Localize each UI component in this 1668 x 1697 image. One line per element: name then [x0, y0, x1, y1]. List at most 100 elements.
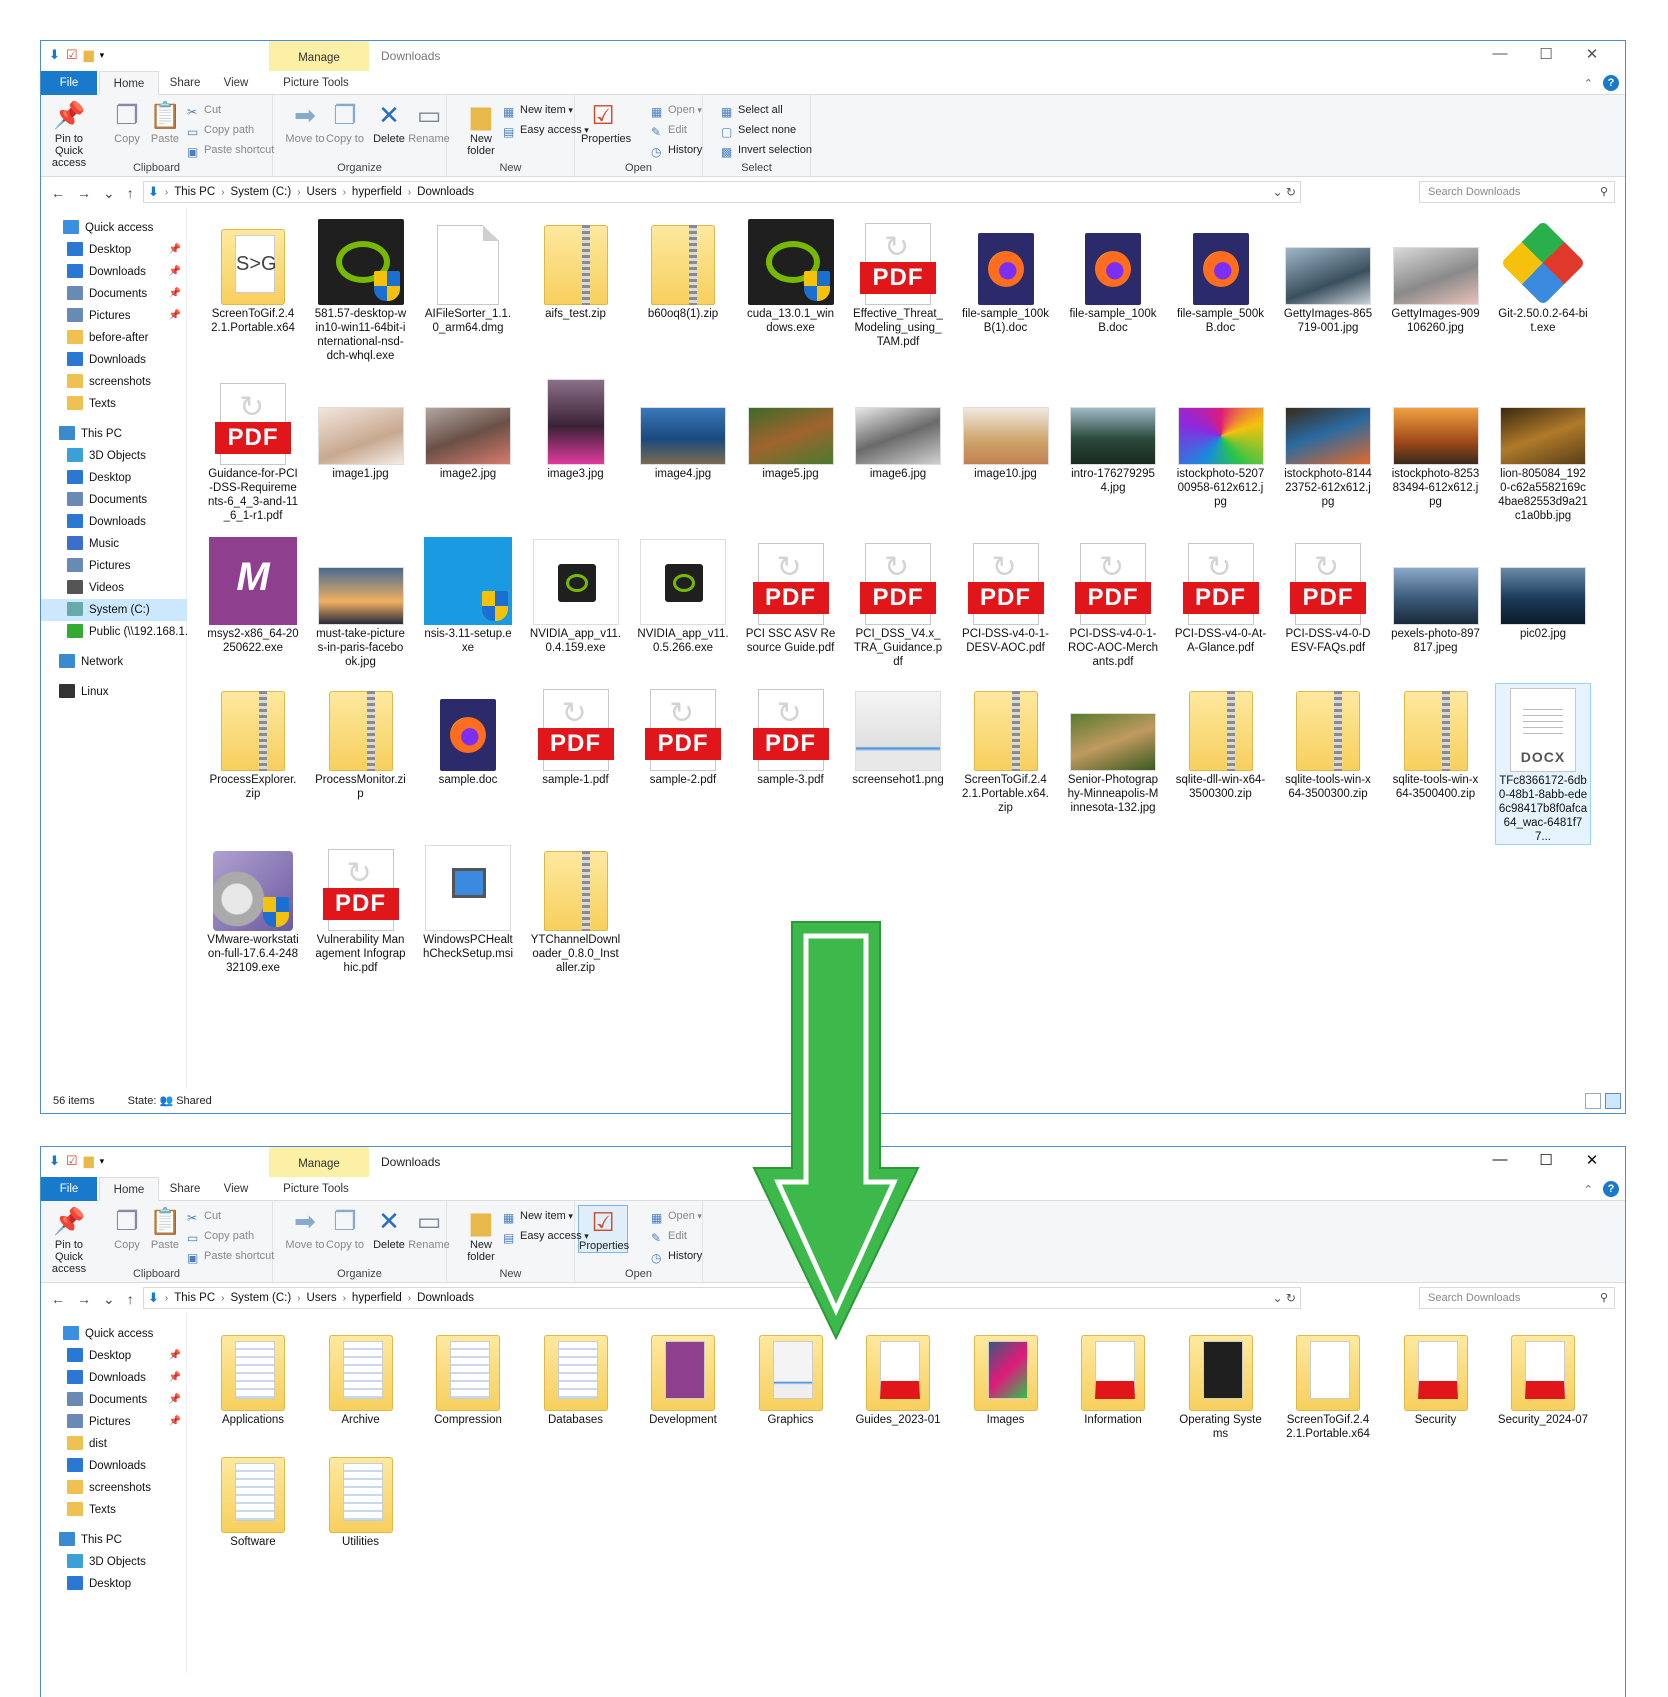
- back-arrow-icon[interactable]: ←: [51, 1291, 65, 1308]
- forward-arrow-icon[interactable]: →: [77, 1291, 91, 1308]
- pin-icon[interactable]: 📌: [169, 1367, 181, 1389]
- file-item[interactable]: sqlite-tools-win-x64-3500300.zip: [1280, 683, 1376, 801]
- breadcrumb-drive[interactable]: System (C:): [231, 186, 292, 198]
- nav-item-linux[interactable]: Linux: [41, 681, 187, 703]
- file-item[interactable]: must-take-pictures-in-paris-facebook.jpg: [313, 537, 409, 669]
- up-arrow-icon[interactable]: ↑: [127, 1291, 134, 1308]
- file-item[interactable]: file-sample_100kB(1).doc: [958, 217, 1054, 335]
- file-item[interactable]: WindowsPCHealthCheckSetup.msi: [420, 843, 516, 961]
- nav-item-pictures[interactable]: Pictures 📌: [41, 1411, 187, 1433]
- chevron-up-icon[interactable]: ⌃: [1584, 1183, 1593, 1196]
- file-item[interactable]: istockphoto-825383494-612x612.jpg: [1388, 377, 1484, 509]
- tab-home[interactable]: Home: [99, 71, 159, 95]
- open-button[interactable]: ▦ Open ▾: [651, 101, 702, 119]
- breadcrumb-users[interactable]: Users: [307, 186, 337, 198]
- nav-item-texts[interactable]: Texts: [41, 393, 187, 415]
- breadcrumb-chevron-icon[interactable]: ›: [408, 1293, 411, 1304]
- refresh-icon[interactable]: ⌄ ↻: [1273, 185, 1296, 199]
- copy-path-button[interactable]: ▭ Copy path: [187, 121, 254, 139]
- address-input[interactable]: ⬇ › This PC › System (C:) › Users › hyperfield › D…: [143, 1287, 1301, 1309]
- nav-item-pc-desktop[interactable]: Desktop: [41, 1573, 187, 1595]
- file-item[interactable]: PDF PCI-DSS-v4-0-At-A-Glance.pdf: [1173, 537, 1269, 655]
- file-item[interactable]: 581.57-desktop-win10-win11-64bit-interna…: [313, 217, 409, 363]
- file-item[interactable]: PDF PCI_DSS_V4.x_TRA_Guidance.pdf: [850, 537, 946, 669]
- chevron-down-icon[interactable]: ▾: [100, 1156, 105, 1167]
- move-to-button[interactable]: ➡ Move to: [283, 99, 327, 145]
- breadcrumb-this-pc[interactable]: This PC: [174, 186, 215, 198]
- breadcrumb-chevron-icon[interactable]: ›: [221, 1293, 224, 1304]
- file-item[interactable]: Development: [635, 1323, 731, 1427]
- nav-item-quick-access[interactable]: Quick access: [41, 217, 187, 239]
- file-item[interactable]: GettyImages-865719-001.jpg: [1280, 217, 1376, 335]
- new-item-button[interactable]: ▦ New item ▾: [503, 101, 573, 119]
- file-item[interactable]: image3.jpg: [528, 377, 624, 481]
- nav-item-texts[interactable]: Texts: [41, 1499, 187, 1521]
- tab-share[interactable]: Share: [159, 71, 211, 95]
- nav-item-desktop[interactable]: Desktop 📌: [41, 239, 187, 261]
- file-item[interactable]: NVIDIA_app_v11.0.4.159.exe: [528, 537, 624, 655]
- file-item[interactable]: GettyImages-909106260.jpg: [1388, 217, 1484, 335]
- edit-button[interactable]: ✎ Edit: [651, 1227, 687, 1245]
- file-item[interactable]: Mmsys2-x86_64-20250622.exe: [205, 537, 301, 655]
- nav-item-videos[interactable]: Videos: [41, 577, 187, 599]
- chevron-up-icon[interactable]: ⌃: [1584, 77, 1593, 90]
- invert-selection-button[interactable]: ▩ Invert selection: [721, 141, 812, 159]
- chevron-down-icon[interactable]: ▾: [100, 50, 105, 61]
- file-item[interactable]: screensehot1.png: [850, 683, 946, 787]
- breadcrumb-user[interactable]: hyperfield: [352, 186, 402, 198]
- breadcrumb-drive[interactable]: System (C:): [231, 1292, 292, 1304]
- file-item[interactable]: PDF Effective_Threat_Modeling_using_TAM.p…: [850, 217, 946, 349]
- file-item[interactable]: ProcessMonitor.zip: [313, 683, 409, 801]
- paste-shortcut-button[interactable]: ▣ Paste shortcut: [187, 1247, 274, 1265]
- refresh-icon[interactable]: ⌄ ↻: [1273, 1291, 1296, 1305]
- file-item[interactable]: Git-2.50.0.2-64-bit.exe: [1495, 217, 1591, 335]
- pin-icon[interactable]: 📌: [169, 1389, 181, 1411]
- file-item[interactable]: sqlite-tools-win-x64-3500400.zip: [1388, 683, 1484, 801]
- nav-item-objects3d[interactable]: 3D Objects: [41, 445, 187, 467]
- file-item[interactable]: image6.jpg: [850, 377, 946, 481]
- close-icon[interactable]: ✕: [1569, 45, 1615, 63]
- copy-to-button[interactable]: ❐ Copy to: [323, 1205, 367, 1251]
- file-item[interactable]: file-sample_100kB.doc: [1065, 217, 1161, 335]
- manage-context-tab[interactable]: Manage: [269, 1147, 369, 1177]
- file-item[interactable]: PDF Guidance-for-PCI-DSS-Requirements-6_4…: [205, 377, 301, 523]
- open-button[interactable]: ▦ Open ▾: [651, 1207, 702, 1225]
- file-item[interactable]: sample.doc: [420, 683, 516, 787]
- properties-check-icon[interactable]: ☑: [66, 1153, 78, 1169]
- file-item[interactable]: istockphoto-520700958-612x612.jpg: [1173, 377, 1269, 509]
- delete-button[interactable]: ✕ Delete: [367, 99, 411, 145]
- file-item[interactable]: AIFileSorter_1.1.0_arm64.dmg: [420, 217, 516, 335]
- edit-button[interactable]: ✎ Edit: [651, 121, 687, 139]
- file-item[interactable]: lion-805084_1920-c62a5582169c4bae82553d9…: [1495, 377, 1591, 523]
- nav-item-quick-access[interactable]: Quick access: [41, 1323, 187, 1345]
- nav-item-network[interactable]: Network: [41, 651, 187, 673]
- copy-path-button[interactable]: ▭ Copy path: [187, 1227, 254, 1245]
- file-item[interactable]: Images: [958, 1323, 1054, 1427]
- delete-button[interactable]: ✕ Delete: [367, 1205, 411, 1251]
- nav-item-before-after[interactable]: before-after: [41, 327, 187, 349]
- pin-icon[interactable]: 📌: [169, 1345, 181, 1367]
- help-icon[interactable]: ?: [1603, 1181, 1619, 1197]
- file-item[interactable]: YTChannelDownloader_0.8.0_Installer.zip: [528, 843, 624, 975]
- new-folder-button[interactable]: ▆ New folder: [459, 1205, 503, 1263]
- tab-file[interactable]: File: [41, 71, 97, 95]
- select-none-button[interactable]: ▢ Select none: [721, 121, 796, 139]
- folder-icon[interactable]: ▆: [84, 47, 94, 63]
- file-item[interactable]: image4.jpg: [635, 377, 731, 481]
- file-item[interactable]: PDF sample-3.pdf: [743, 683, 839, 787]
- file-item[interactable]: b60oq8(1).zip: [635, 217, 731, 321]
- minimize-icon[interactable]: —: [1477, 1151, 1523, 1169]
- file-item[interactable]: PDF PCI SSC ASV Resource Guide.pdf: [743, 537, 839, 655]
- nav-item-pc-documents[interactable]: Documents: [41, 489, 187, 511]
- breadcrumb-folder[interactable]: Downloads: [417, 186, 474, 198]
- nav-item-objects3d[interactable]: 3D Objects: [41, 1551, 187, 1573]
- tab-view[interactable]: View: [211, 1177, 261, 1201]
- file-item[interactable]: Security_2024-07: [1495, 1323, 1591, 1427]
- rename-button[interactable]: ▭ Rename: [407, 99, 451, 145]
- paste-button[interactable]: 📋 Paste: [143, 1205, 187, 1251]
- maximize-icon[interactable]: ☐: [1523, 1151, 1569, 1169]
- rename-button[interactable]: ▭ Rename: [407, 1205, 451, 1251]
- details-view-button[interactable]: [1585, 1093, 1601, 1109]
- file-item[interactable]: sqlite-dll-win-x64-3500300.zip: [1173, 683, 1269, 801]
- easy-access-button[interactable]: ▤ Easy access ▾: [503, 1227, 589, 1245]
